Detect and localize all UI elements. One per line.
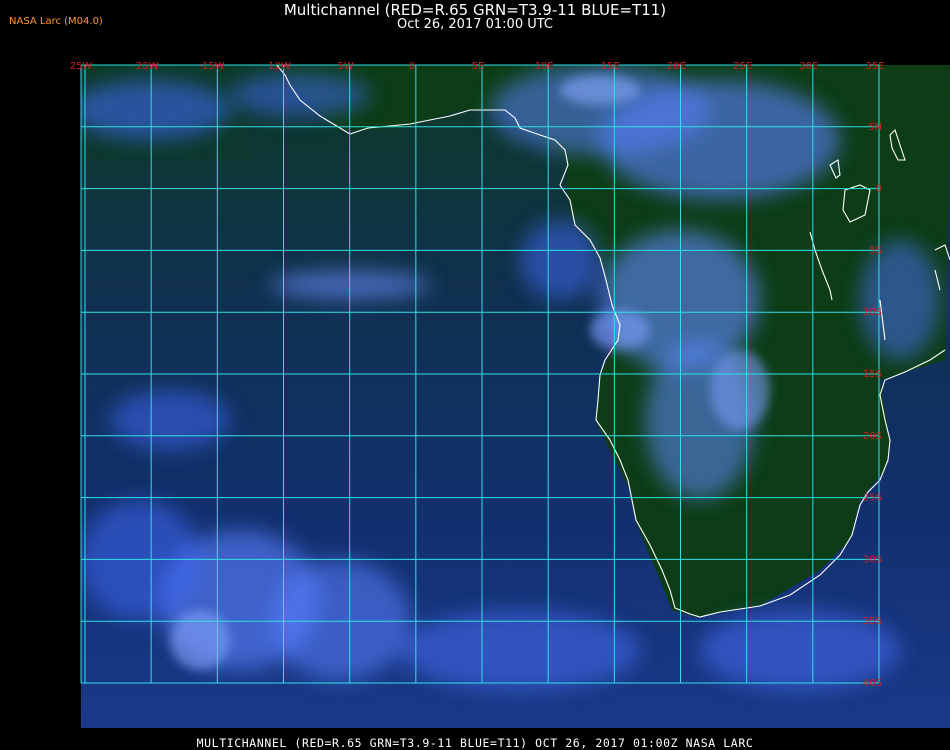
footer-caption: MULTICHANNEL (RED=R.65 GRN=T3.9-11 BLUE=… xyxy=(196,736,754,750)
lon-label: 5W xyxy=(338,61,354,72)
lat-label: 30S xyxy=(863,554,882,565)
satellite-map: 25W 20W 15W 10W 5W 0 5E 10E 15E 20E 25E 30E 35E 5N 0 5S… xyxy=(70,61,950,728)
lat-label: 40S xyxy=(863,678,882,689)
lat-label: 5N xyxy=(868,122,882,133)
lat-label: 0 xyxy=(876,184,882,195)
lat-label: 15S xyxy=(863,369,882,380)
lon-label: 15E xyxy=(601,61,620,72)
lon-label: 35E xyxy=(865,61,884,72)
lon-label: 25W xyxy=(70,61,93,72)
lon-label: 30E xyxy=(799,61,818,72)
lon-label: 25E xyxy=(733,61,752,72)
lon-label: 0 xyxy=(409,61,415,72)
lon-label: 20W xyxy=(136,61,159,72)
lat-label: 20S xyxy=(863,431,882,442)
lon-label: 20E xyxy=(667,61,686,72)
lat-label: 5S xyxy=(869,245,882,256)
lon-label: 15W xyxy=(202,61,225,72)
lat-label: 10S xyxy=(863,307,882,318)
lat-label: 35S xyxy=(863,616,882,627)
lat-label: 25S xyxy=(863,493,882,504)
lon-label: 10E xyxy=(535,61,554,72)
lon-label: 5E xyxy=(472,61,485,72)
lon-label: 10W xyxy=(268,61,291,72)
